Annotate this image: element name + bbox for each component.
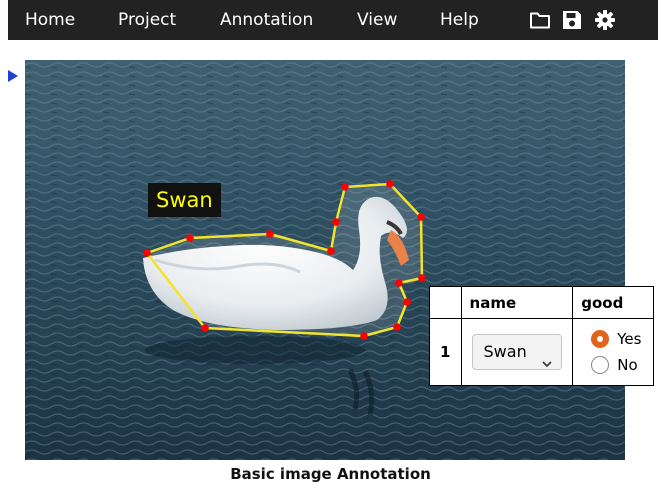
name-cell: Swan — [460, 318, 574, 386]
menu-view[interactable]: View — [357, 0, 397, 40]
top-menu-bar: Home Project Annotation View Help — [8, 0, 658, 40]
polygon-vertex[interactable] — [201, 324, 209, 332]
save-icon[interactable] — [561, 9, 583, 31]
radio-label-yes: Yes — [617, 330, 642, 348]
radio-option-yes[interactable]: Yes — [573, 326, 653, 352]
column-header-good: good — [572, 286, 654, 319]
radio-unchecked-icon[interactable] — [591, 356, 610, 374]
menu-help[interactable]: Help — [440, 0, 479, 40]
polygon-vertex[interactable] — [386, 180, 394, 188]
polygon-vertex[interactable] — [266, 230, 274, 238]
chevron-down-icon — [541, 347, 552, 368]
region-label[interactable]: Swan — [148, 183, 221, 217]
polygon-vertex[interactable] — [143, 249, 151, 257]
radio-option-no[interactable]: No — [573, 352, 653, 378]
polygon-vertex[interactable] — [332, 218, 340, 226]
folder-icon[interactable] — [529, 9, 551, 31]
polygon-vertex[interactable] — [360, 332, 368, 340]
polygon-vertex[interactable] — [186, 234, 194, 242]
good-cell: Yes No — [572, 318, 654, 386]
region-id: 1 — [429, 318, 462, 386]
radio-checked-icon[interactable] — [591, 330, 610, 348]
polygon-vertex[interactable] — [393, 323, 401, 331]
annotation-app: Home Project Annotation View Help Swan n… — [0, 0, 661, 491]
table-header-row: name good — [429, 286, 654, 319]
image-canvas[interactable] — [25, 60, 625, 460]
menu-project[interactable]: Project — [118, 0, 176, 40]
column-header-id — [429, 286, 462, 319]
table-row: 1 Swan Yes No — [429, 318, 654, 386]
attribute-table: name good 1 Swan Yes No — [429, 286, 654, 386]
gear-icon[interactable] — [594, 9, 616, 31]
radio-label-no: No — [617, 356, 638, 374]
polygon-vertex[interactable] — [395, 279, 403, 287]
name-select-value: Swan — [483, 342, 527, 361]
column-header-name: name — [460, 286, 574, 319]
menu-annotation[interactable]: Annotation — [220, 0, 313, 40]
polygon-vertex[interactable] — [327, 247, 335, 255]
polygon-vertex[interactable] — [417, 213, 425, 221]
polygon-vertex[interactable] — [341, 183, 349, 191]
polygon-vertex[interactable] — [418, 274, 426, 282]
name-select[interactable]: Swan — [471, 334, 562, 370]
collapse-toggle-icon[interactable] — [8, 67, 18, 82]
image-caption: Basic image Annotation — [230, 465, 431, 483]
polygon-vertex[interactable] — [403, 298, 411, 306]
menu-home[interactable]: Home — [25, 0, 75, 40]
